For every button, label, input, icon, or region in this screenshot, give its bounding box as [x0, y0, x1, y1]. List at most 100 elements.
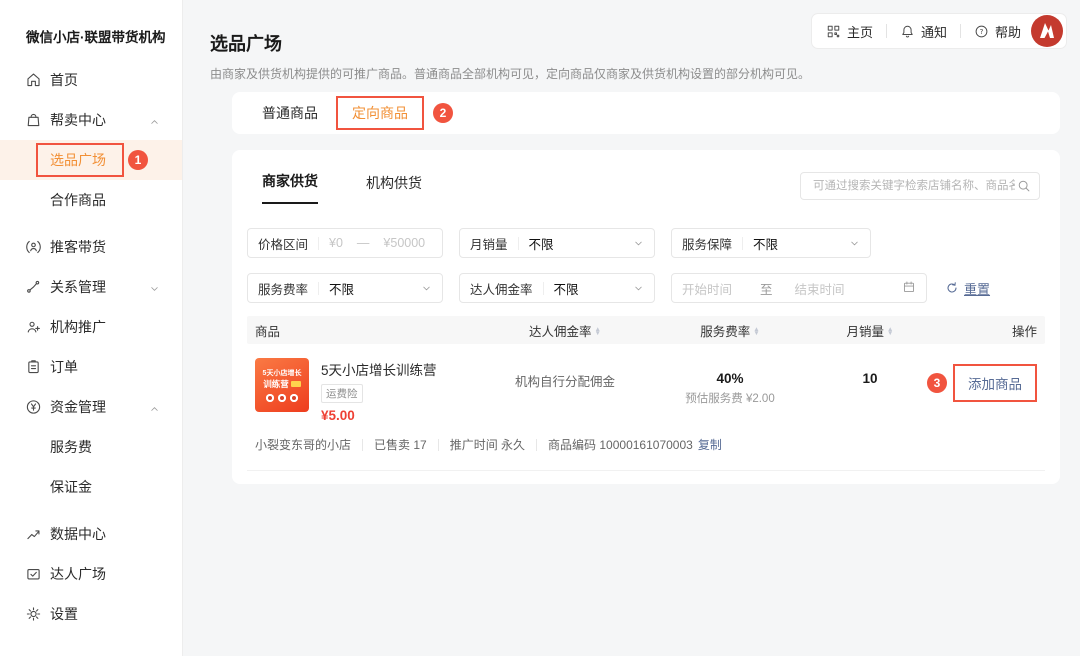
filter-service-fee-rate[interactable]: 服务费率 不限 [247, 273, 443, 303]
product-meta-line: 小裂变东哥的小店 已售卖 17 推广时间 永久 商品编码 10000161070… [255, 436, 1045, 453]
yuan-circle-icon [25, 399, 42, 416]
filters: 价格区间 ¥0 — ¥50000 月销量 不限 [232, 204, 1060, 303]
sidebar-item-settings[interactable]: 设置 [0, 594, 182, 634]
date-end-input[interactable]: 结束时间 [795, 279, 845, 298]
copy-code-link[interactable]: 复制 [698, 436, 722, 453]
header-service-fee-rate[interactable]: 服务费率▲▼ [640, 321, 820, 340]
relations-icon [25, 279, 42, 296]
account-avatar[interactable] [1031, 15, 1063, 47]
product-type-tabs-card: 普通商品 定向商品 2 [232, 92, 1060, 134]
sidebar: 微信小店·联盟带货机构 首页 帮卖中心 选品广场 [0, 0, 183, 656]
date-start-input[interactable]: 开始时间 [682, 279, 732, 298]
filter-label: 服务费率 [258, 279, 308, 298]
sort-icon[interactable]: ▲▼ [595, 328, 601, 337]
sidebar-item-cooperation-products[interactable]: 合作商品 [0, 180, 182, 220]
product-image[interactable]: 5天小店增长 训练营 [255, 358, 309, 412]
thumb-avatars [266, 394, 298, 402]
calendar-icon [902, 280, 916, 297]
search-box[interactable] [800, 172, 1040, 200]
divider [742, 237, 743, 250]
product-table: 商品 达人佣金率▲▼ 服务费率▲▼ 月销量▲▼ 操作 [247, 316, 1045, 423]
divider [318, 237, 319, 250]
filter-label: 价格区间 [258, 234, 308, 253]
add-product-button[interactable]: 添加商品 [953, 364, 1037, 402]
sidebar-item-label: 数据中心 [0, 524, 106, 544]
header-product: 商品 [247, 321, 490, 340]
promoter-icon [25, 239, 42, 256]
sidebar-item-deposit[interactable]: 保证金 [0, 467, 182, 507]
header-monthly-sales[interactable]: 月销量▲▼ [820, 321, 920, 340]
reset-label: 重置 [964, 279, 990, 298]
tab-merchant-supply[interactable]: 商家供货 [262, 171, 318, 204]
sidebar-item-home[interactable]: 首页 [0, 60, 182, 100]
chevron-up-icon [149, 402, 160, 413]
person-plus-icon [25, 319, 42, 336]
topbar-help[interactable]: ? 帮助 [974, 22, 1021, 41]
product-title[interactable]: 5天小店增长训练营 [321, 359, 437, 379]
sidebar-item-label: 推客带货 [0, 237, 106, 257]
topbar-notifications-label: 通知 [921, 22, 947, 41]
tab-targeted-products[interactable]: 定向商品 [336, 96, 424, 130]
filter-price-range[interactable]: 价格区间 ¥0 — ¥50000 [247, 228, 443, 258]
filter-service-guarantee[interactable]: 服务保障 不限 [671, 228, 871, 258]
filter-value: 不限 [554, 279, 633, 298]
date-to-label: 至 [760, 279, 773, 298]
bell-icon [900, 24, 915, 39]
tab-normal-products[interactable]: 普通商品 [262, 103, 318, 123]
thumb-tag [291, 381, 301, 387]
home-icon [25, 72, 42, 89]
price-min-input[interactable]: ¥0 [329, 236, 343, 250]
filter-label: 服务保障 [682, 234, 732, 253]
sidebar-nav: 首页 帮卖中心 选品广场 1 合作商品 [0, 60, 182, 634]
sold-count: 已售卖 17 [374, 436, 427, 453]
header-action: 操作 [920, 321, 1045, 340]
sidebar-item-agency-promotion[interactable]: 机构推广 [0, 307, 182, 347]
sidebar-item-label: 服务费 [0, 437, 92, 457]
sidebar-item-service-fee[interactable]: 服务费 [0, 427, 182, 467]
sidebar-item-selection-plaza[interactable]: 选品广场 1 [0, 140, 182, 180]
cell-commission: 机构自行分配佣金 [490, 358, 640, 390]
sort-icon[interactable]: ▲▼ [753, 328, 759, 337]
price-max-input[interactable]: ¥50000 [383, 236, 425, 250]
divider [886, 24, 887, 38]
cell-service-fee: 40% 预估服务费 ¥2.00 [640, 358, 820, 406]
divider [438, 439, 439, 451]
sidebar-item-funds[interactable]: 资金管理 [0, 387, 182, 427]
header-commission-rate[interactable]: 达人佣金率▲▼ [490, 321, 640, 340]
app-window: 微信小店·联盟带货机构 首页 帮卖中心 选品广场 [0, 0, 1080, 656]
search-input[interactable] [811, 179, 1017, 193]
divider [518, 237, 519, 250]
chevron-down-icon [149, 282, 160, 293]
sidebar-item-sell-center[interactable]: 帮卖中心 [0, 100, 182, 140]
sort-icon[interactable]: ▲▼ [887, 328, 893, 337]
sidebar-item-label: 机构推广 [0, 317, 106, 337]
supply-tabs-row: 商家供货 机构供货 [232, 150, 1060, 204]
content-card: 商家供货 机构供货 价格区间 ¥0 — ¥50000 [232, 150, 1060, 484]
gear-icon [25, 606, 42, 623]
table-header: 商品 达人佣金率▲▼ 服务费率▲▼ 月销量▲▼ 操作 [247, 316, 1045, 344]
sidebar-item-talent-plaza[interactable]: 达人广场 [0, 554, 182, 594]
divider [318, 282, 319, 295]
sidebar-item-relations[interactable]: 关系管理 [0, 267, 182, 307]
filter-commission-rate[interactable]: 达人佣金率 不限 [459, 273, 655, 303]
reset-filters-link[interactable]: 重置 [945, 279, 990, 298]
tab-agency-supply[interactable]: 机构供货 [366, 173, 422, 204]
search-icon [1017, 179, 1031, 193]
table-row: 5天小店增长 训练营 5天小店增长训练营 运费险 ¥5.00 机构自行分配佣金 … [247, 344, 1045, 423]
topbar-home-label: 主页 [847, 22, 873, 41]
filter-date-range[interactable]: 开始时间 至 结束时间 [671, 273, 927, 303]
sidebar-item-label: 关系管理 [0, 277, 106, 297]
page-header: 选品广场 由商家及供货机构提供的可推广商品。普通商品全部机构可见，定向商品仅商家… [210, 30, 810, 82]
filter-monthly-sales[interactable]: 月销量 不限 [459, 228, 655, 258]
product-code: 商品编码 10000161070003 [548, 436, 693, 453]
sidebar-item-data-center[interactable]: 数据中心 [0, 514, 182, 554]
sidebar-item-orders[interactable]: 订单 [0, 347, 182, 387]
qr-home-icon [826, 24, 841, 39]
refresh-icon [945, 281, 959, 295]
sidebar-item-promoter-sales[interactable]: 推客带货 [0, 227, 182, 267]
topbar-notifications[interactable]: 通知 [900, 22, 947, 41]
filter-value: 不限 [529, 234, 633, 253]
filter-label: 达人佣金率 [470, 279, 533, 298]
topbar-home[interactable]: 主页 [826, 22, 873, 41]
page-title: 选品广场 [210, 30, 810, 56]
